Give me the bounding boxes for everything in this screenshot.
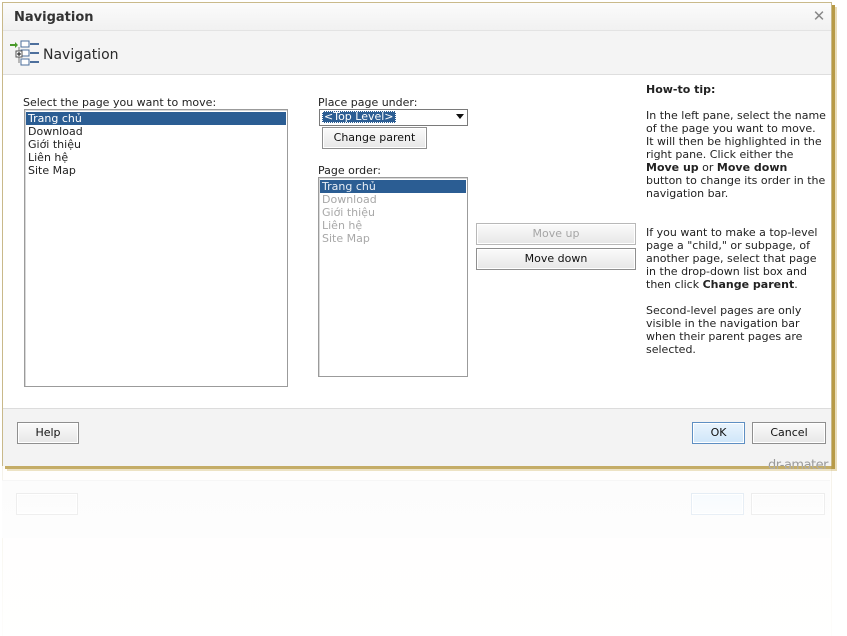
close-icon[interactable]: ✕ [811, 8, 827, 24]
tip-paragraph: If you want to make a top-level page a "… [646, 226, 826, 291]
list-item[interactable]: Giới thiệu [320, 206, 466, 219]
list-item[interactable]: Download [26, 125, 286, 138]
list-item[interactable]: Site Map [26, 164, 286, 177]
tip-text: button to change its order in the naviga… [646, 174, 826, 200]
navigation-tree-icon [10, 40, 39, 66]
tip-bold-change-parent: Change parent [702, 278, 795, 291]
tip-text: or [698, 161, 717, 174]
list-item[interactable]: Trang chủ [320, 180, 466, 193]
move-up-button[interactable]: Move up [476, 223, 636, 245]
reflection-help-button [16, 493, 78, 515]
reflection-footer [2, 480, 830, 538]
place-under-label: Place page under: [318, 96, 418, 109]
page-list[interactable]: Trang chủ Download Giới thiệu Liên hệ Si… [24, 109, 288, 387]
dialog-footer: Help OK Cancel [3, 408, 831, 466]
window-title: Navigation [14, 10, 94, 25]
tip-bold-move-up: Move up [646, 161, 699, 174]
dialog-reflection [0, 466, 847, 636]
tip-title: How-to tip: [646, 83, 716, 96]
watermark: dr-amater [768, 458, 829, 473]
list-item[interactable]: Liên hệ [320, 219, 466, 232]
reflection-fade [0, 466, 847, 636]
cancel-button[interactable]: Cancel [752, 422, 826, 444]
tip-text: . [794, 278, 798, 291]
parent-page-dropdown[interactable]: <Top Level> [319, 109, 468, 126]
title-bar: Navigation ✕ [3, 3, 831, 31]
ok-button[interactable]: OK [692, 422, 745, 444]
tip-paragraph: In the left pane, select the name of the… [646, 109, 826, 200]
navigation-dialog: Navigation ✕ Navigation Select the page … [2, 2, 832, 466]
tip-bold-move-down: Move down [716, 161, 788, 174]
page-select-label: Select the page you want to move: [23, 96, 217, 109]
reflection-frame [2, 466, 832, 636]
list-item[interactable]: Giới thiệu [26, 138, 286, 151]
help-button[interactable]: Help [17, 422, 79, 444]
page-order-list[interactable]: Trang chủ Download Giới thiệu Liên hệ Si… [318, 177, 468, 377]
header-title: Navigation [43, 47, 119, 63]
list-item[interactable]: Trang chủ [26, 112, 286, 125]
page-order-label: Page order: [318, 164, 381, 177]
chevron-down-icon[interactable] [456, 114, 464, 119]
reflection-cancel-button [751, 493, 825, 515]
dialog-header: Navigation [3, 31, 831, 75]
tip-paragraph: Second-level pages are only visible in t… [646, 304, 803, 356]
tip-text: In the left pane, select the name of the… [646, 109, 826, 161]
reflection-ok-button [691, 493, 744, 515]
list-item[interactable]: Site Map [320, 232, 466, 245]
dropdown-selected-value: <Top Level> [322, 110, 396, 123]
reflection-content [0, 466, 847, 636]
how-to-tip: How-to tip: In the left pane, select the… [646, 83, 826, 369]
change-parent-button[interactable]: Change parent [322, 127, 427, 149]
list-item[interactable]: Download [320, 193, 466, 206]
move-down-button[interactable]: Move down [476, 248, 636, 270]
list-item[interactable]: Liên hệ [26, 151, 286, 164]
